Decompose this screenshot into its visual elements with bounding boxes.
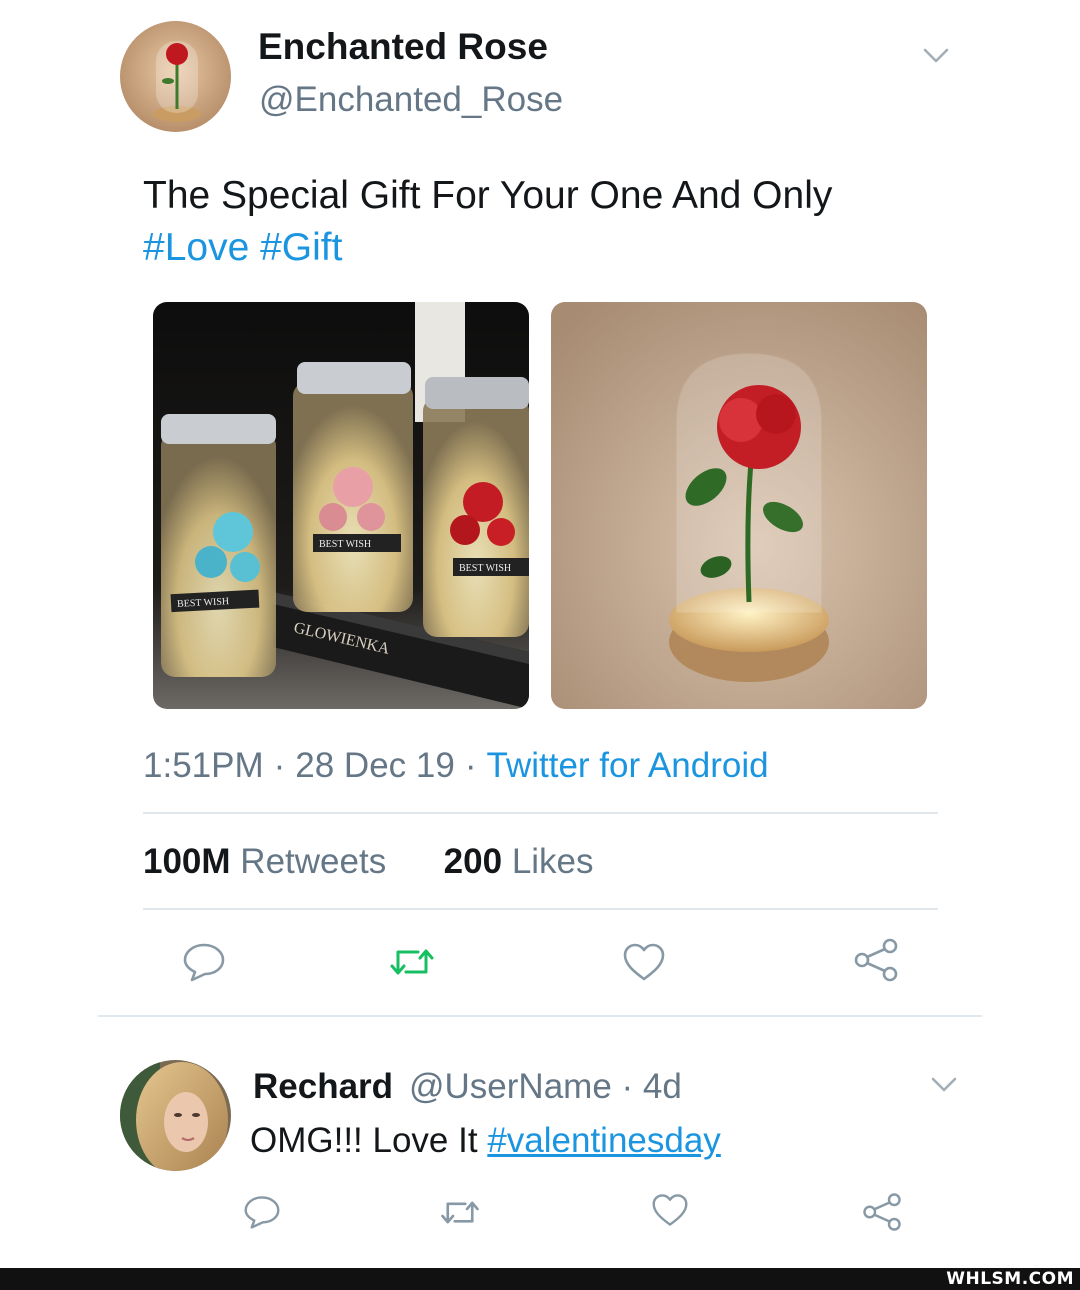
reply-icon[interactable] [238,1190,286,1234]
author-name[interactable]: Enchanted Rose [258,26,548,68]
tweet-body: The Special Gift For Your One And Only [143,174,833,217]
tweet-stats: 100M Retweets 200 Likes [143,842,594,882]
likes-count: 200 [443,842,503,881]
watermark: WHLSM.COM [946,1269,1074,1289]
hashtag-valentinesday[interactable]: #valentinesday [487,1121,721,1160]
divider [143,908,938,910]
like-icon[interactable] [618,938,670,986]
like-icon[interactable] [646,1188,694,1232]
reply-author-avatar[interactable] [120,1060,231,1171]
jar-label-2: BEST WISH [319,539,371,550]
retweets-stat[interactable]: 100M Retweets [143,842,386,881]
jar-label-3: BEST WISH [459,563,511,574]
reply-icon[interactable] [178,938,230,986]
tweet-time: 1:51PM [143,746,264,785]
author-handle[interactable]: @Enchanted_Rose [259,80,563,120]
reply-age: 4d [642,1067,682,1106]
divider [98,1015,982,1017]
media-image-rose-dome[interactable] [551,302,927,709]
tweet-text: The Special Gift For Your One And Only #… [143,170,832,274]
retweets-count: 100M [143,842,231,881]
likes-stat[interactable]: 200 Likes [444,842,594,881]
hashtag-love[interactable]: #Love [143,226,249,269]
reply-body: OMG!!! Love It [250,1121,478,1160]
reply-author-name[interactable]: Rechard [253,1067,393,1107]
media-image-jars[interactable]: GLOWIENKA BEST WISH BEST WISH BEST WISH [153,302,529,709]
reply-author-handle[interactable]: @UserName [409,1067,612,1106]
hashtag-gift[interactable]: #Gift [260,226,342,269]
tweet-source-link[interactable]: Twitter for Android [487,746,769,785]
reply-text: OMG!!! Love It #valentinesday [250,1121,721,1161]
tweet-date: 28 Dec 19 [295,746,455,785]
footer-bar [0,1268,1080,1290]
retweets-label: Retweets [240,842,387,881]
author-avatar[interactable] [120,21,231,132]
retweet-icon[interactable] [386,938,438,986]
tweet-meta: 1:51PM · 28 Dec 19 · Twitter for Android [143,746,769,785]
chevron-down-icon[interactable] [920,44,952,68]
retweet-icon[interactable] [436,1190,484,1234]
share-icon[interactable] [858,1188,906,1236]
chevron-down-icon[interactable] [928,1073,960,1097]
share-icon[interactable] [850,934,902,986]
likes-label: Likes [511,842,594,881]
divider [143,812,938,814]
reply-meta: @UserName · 4d [409,1067,682,1106]
